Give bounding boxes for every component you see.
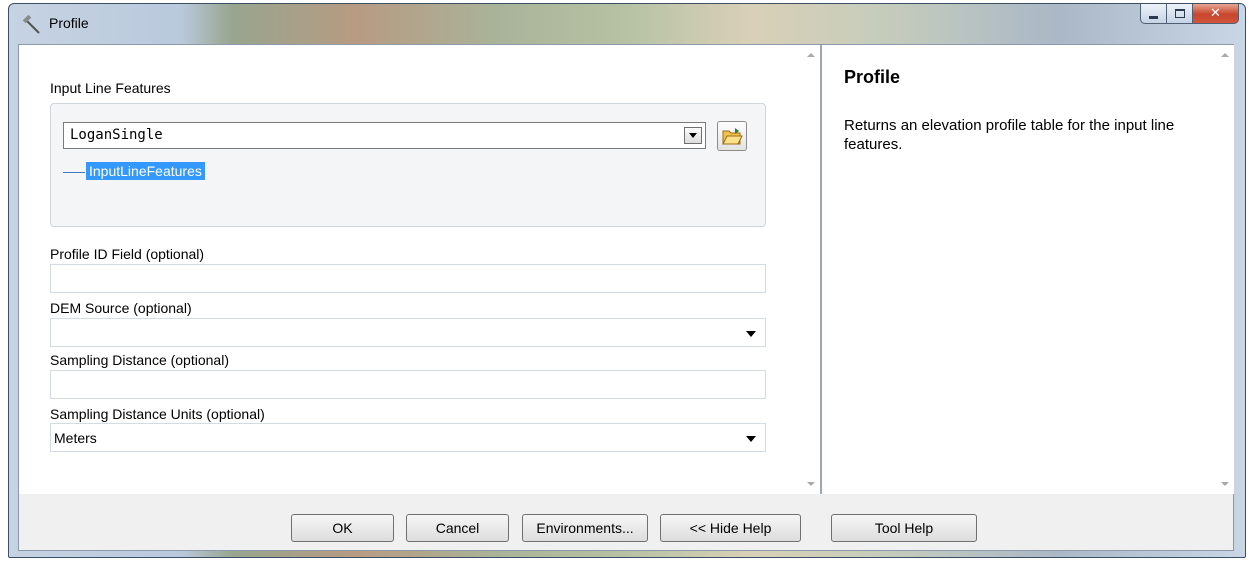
help-scrollbar[interactable] [1217,45,1234,494]
scroll-up-icon[interactable] [1221,53,1229,57]
browse-button[interactable] [717,121,747,151]
cancel-button[interactable]: Cancel [406,514,509,542]
sampling-distance-input[interactable] [50,370,766,399]
scroll-down-icon[interactable] [807,482,815,486]
hammer-icon [22,14,42,35]
minimize-button[interactable] [1140,4,1167,24]
input-line-features-item[interactable]: InputLineFeatures [86,162,205,180]
sampling-distance-label: Sampling Distance (optional) [50,352,229,368]
maximize-button[interactable] [1167,4,1193,24]
input-line-features-label: Input Line Features [50,80,171,96]
profile-id-field-label: Profile ID Field (optional) [50,246,205,262]
dialog-client-area: Input Line Features LoganSingle InputLin… [18,44,1234,551]
sampling-distance-units-label: Sampling Distance Units (optional) [50,406,265,422]
profile-id-field-input[interactable] [50,264,766,293]
input-line-features-group: LoganSingle InputLineFeatures [50,103,766,227]
caption-buttons: ✕ [1140,4,1239,24]
maximize-icon [1174,9,1185,18]
environments-button[interactable]: Environments... [522,514,648,542]
close-icon: ✕ [1210,6,1221,21]
hide-help-button[interactable]: << Hide Help [660,514,801,542]
chevron-down-icon [746,436,756,442]
dem-source-label: DEM Source (optional) [50,300,192,316]
scroll-down-icon[interactable] [1221,482,1229,486]
sampling-distance-units-value: Meters [54,430,97,446]
tool-help-button[interactable]: Tool Help [831,514,977,542]
help-description: Returns an elevation profile table for t… [844,117,1175,153]
folder-open-icon [722,128,743,145]
chevron-down-icon [746,331,756,337]
profile-tool-window: Profile ✕ Input Line Features LoganSingl… [8,3,1246,558]
scroll-up-icon[interactable] [807,53,815,57]
ok-button[interactable]: OK [291,514,394,542]
title-bar[interactable]: Profile ✕ [9,4,1245,44]
parameters-scrollbar[interactable] [803,45,820,494]
input-line-features-combo[interactable]: LoganSingle [63,122,706,149]
help-pane: Profile Returns an elevation profile tab… [821,45,1234,494]
input-line-features-dropdown[interactable] [684,127,702,144]
dem-source-select[interactable] [50,318,766,347]
tree-connector [63,172,85,173]
window-title: Profile [49,15,89,31]
sampling-distance-units-select[interactable]: Meters [50,423,766,452]
input-line-features-value: LoganSingle [70,127,163,143]
parameters-pane: Input Line Features LoganSingle InputLin… [19,45,821,494]
minimize-icon [1149,15,1158,19]
close-button[interactable]: ✕ [1193,4,1239,24]
help-title: Profile [844,67,901,87]
